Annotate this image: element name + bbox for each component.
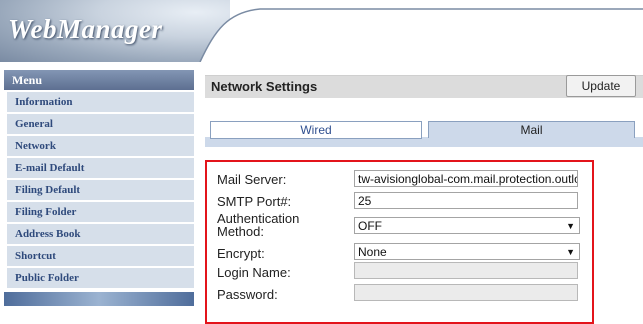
menu-heading: Menu xyxy=(4,70,194,90)
tab-wired[interactable]: Wired xyxy=(210,121,422,139)
tab-mail[interactable]: Mail xyxy=(428,121,635,138)
sidebar-item-filing-default[interactable]: Filing Default xyxy=(4,180,194,200)
sidebar-item-address-book[interactable]: Address Book xyxy=(4,224,194,244)
sidebar-item-network[interactable]: Network xyxy=(4,136,194,156)
sidebar-menu: Menu Information General Network E-mail … xyxy=(4,70,194,306)
encrypt-label: Encrypt: xyxy=(217,246,265,261)
login-name-input[interactable] xyxy=(354,262,578,279)
sidebar-item-email-default[interactable]: E-mail Default xyxy=(4,158,194,178)
encrypt-select[interactable]: None ▼ xyxy=(354,243,580,260)
dropdown-arrow-icon: ▼ xyxy=(566,221,575,231)
header: WebManager xyxy=(0,0,643,62)
sidebar-item-general[interactable]: General xyxy=(4,114,194,134)
page-title: Network Settings xyxy=(211,79,318,94)
auth-method-select[interactable]: OFF ▼ xyxy=(354,217,580,234)
app-logo: WebManager xyxy=(8,14,163,44)
sidebar-item-shortcut[interactable]: Shortcut xyxy=(4,246,194,266)
mail-server-input[interactable]: tw-avisionglobal-com.mail.protection.out… xyxy=(354,170,578,187)
login-name-label: Login Name: xyxy=(217,265,291,280)
encrypt-value: None xyxy=(358,245,387,259)
password-label: Password: xyxy=(217,287,278,302)
smtp-port-input[interactable]: 25 xyxy=(354,192,578,209)
mail-server-label: Mail Server: xyxy=(217,172,287,187)
auth-method-value: OFF xyxy=(358,219,382,233)
sidebar-item-filing-folder[interactable]: Filing Folder xyxy=(4,202,194,222)
update-button[interactable]: Update xyxy=(566,75,636,97)
smtp-port-label: SMTP Port#: xyxy=(217,194,292,209)
password-input[interactable] xyxy=(354,284,578,301)
sidebar-item-public-folder[interactable]: Public Folder xyxy=(4,268,194,288)
sidebar-item-information[interactable]: Information xyxy=(4,92,194,112)
menu-footer xyxy=(4,292,194,306)
dropdown-arrow-icon: ▼ xyxy=(566,247,575,257)
auth-method-label: Authentication Method: xyxy=(217,211,300,239)
